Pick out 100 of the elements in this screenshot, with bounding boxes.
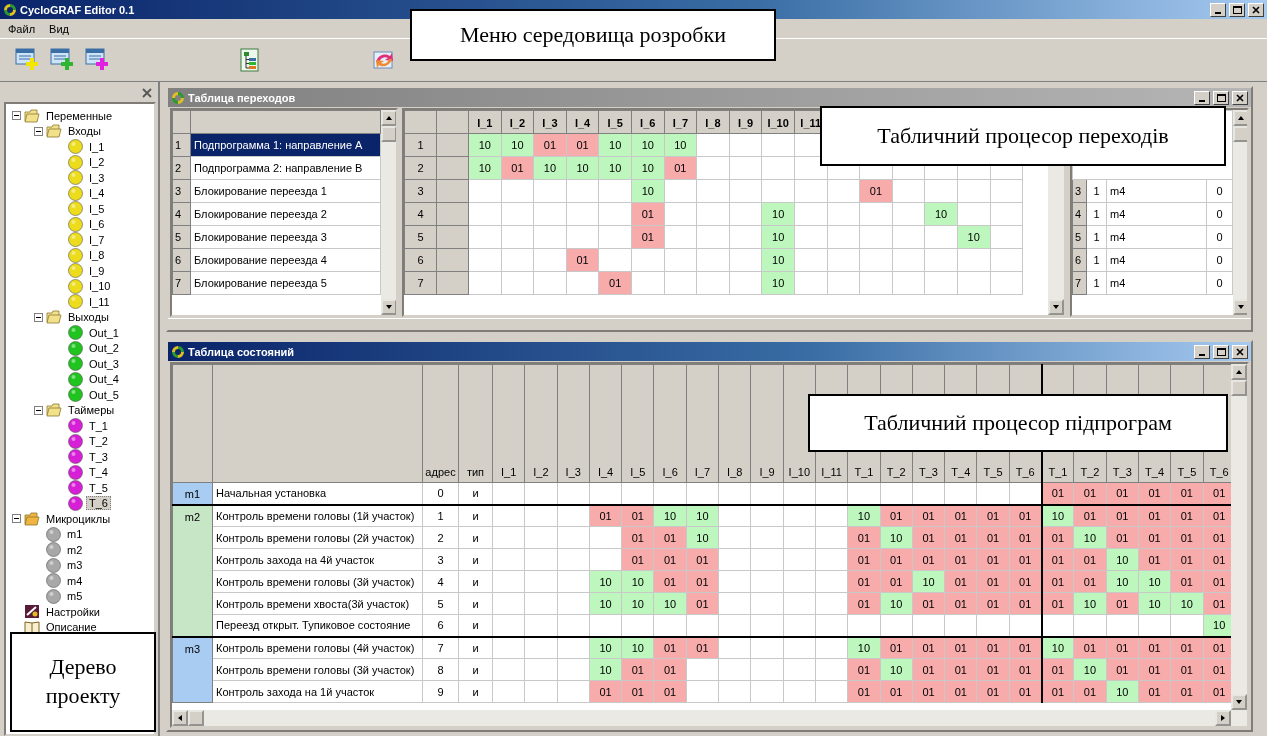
table-cell[interactable]: Подпрограмма 1: направление А	[190, 133, 381, 157]
annotation-tooltip: Дерево проекту	[10, 632, 156, 732]
table-cell: 01	[1041, 592, 1074, 615]
tree-item[interactable]: Переменные	[43, 108, 116, 123]
table-cell: 01	[1041, 482, 1074, 505]
maximize-button[interactable]	[1213, 344, 1229, 359]
column-header: I_5	[621, 364, 654, 483]
tree-item[interactable]: m1	[64, 527, 86, 542]
tree-item[interactable]: I_3	[86, 170, 108, 185]
tree-item[interactable]: I_5	[86, 201, 108, 216]
table-cell[interactable]: Блокирование переезда 1	[190, 179, 381, 203]
maximize-button[interactable]	[1229, 2, 1245, 17]
tree-item[interactable]: T_5	[86, 480, 111, 495]
scroll-down-button[interactable]	[1048, 299, 1064, 315]
tree-item[interactable]: m2	[64, 542, 86, 557]
tree-item[interactable]: T_3	[86, 449, 111, 464]
tree-item[interactable]: Микроциклы	[43, 511, 114, 526]
tree-item[interactable]: Out_1	[86, 325, 122, 340]
tree-item[interactable]: I_6	[86, 217, 108, 232]
row-header: 4	[172, 202, 191, 226]
collapse-icon[interactable]	[34, 405, 43, 415]
row-header: 7	[172, 271, 191, 295]
table-cell[interactable]: Блокирование переезда 3	[190, 225, 381, 249]
collapse-icon[interactable]	[34, 312, 43, 322]
tree-item[interactable]: I_2	[86, 155, 108, 170]
tree-item[interactable]: T_4	[86, 465, 111, 480]
scrollbar[interactable]	[1231, 364, 1247, 710]
column-header: I_3	[557, 364, 590, 483]
minimize-button[interactable]	[1210, 2, 1226, 17]
tree-item[interactable]: I_8	[86, 248, 108, 263]
minimize-icon	[1215, 11, 1221, 14]
scrollbar[interactable]	[381, 110, 396, 315]
row-header: 4	[1072, 202, 1087, 226]
scroll-right-button[interactable]	[1215, 710, 1231, 726]
app-title: CycloGRAF Editor 0.1	[20, 3, 136, 16]
table-cell: 01	[1073, 636, 1107, 659]
minimize-button[interactable]	[1194, 344, 1210, 359]
column-header: I_7	[664, 110, 697, 134]
scroll-up-button[interactable]	[381, 110, 396, 126]
close-icon[interactable]	[142, 88, 152, 98]
table-cell[interactable]: Блокирование переезда 5	[190, 271, 381, 295]
scroll-up-button[interactable]	[1231, 364, 1247, 380]
tree-item[interactable]: Входы	[65, 124, 104, 139]
window-title: Таблица переходов	[188, 91, 297, 104]
triangle-down-icon	[1235, 698, 1243, 706]
menu-item[interactable]: Вид	[43, 21, 75, 36]
scroll-thumb[interactable]	[381, 126, 396, 142]
close-button[interactable]	[1232, 90, 1248, 105]
scroll-down-button[interactable]	[1231, 694, 1247, 710]
tree-item[interactable]: I_7	[86, 232, 108, 247]
collapse-icon[interactable]	[34, 126, 43, 136]
menu-item[interactable]: Файл	[2, 21, 42, 36]
scroll-left-button[interactable]	[172, 710, 188, 726]
group-cell: m1	[172, 482, 213, 505]
tree-item[interactable]: m5	[64, 589, 86, 604]
minimize-button[interactable]	[1194, 90, 1210, 105]
tree-item[interactable]: Out_4	[86, 372, 122, 387]
tree-item[interactable]: I_10	[86, 279, 114, 294]
scrollbar[interactable]	[1233, 110, 1247, 315]
table-cell[interactable]: Подпрограмма 2: направление В	[190, 156, 381, 180]
close-button[interactable]	[1248, 2, 1264, 17]
collapse-icon[interactable]	[12, 514, 21, 524]
tree-item[interactable]: T_2	[86, 434, 111, 449]
maximize-button[interactable]	[1213, 90, 1229, 105]
scrollbar[interactable]	[172, 710, 1247, 726]
tree-item[interactable]: Описание	[43, 620, 100, 635]
close-button[interactable]	[1232, 344, 1248, 359]
tree-item[interactable]: Выходы	[65, 310, 112, 325]
tree-item[interactable]: Out_5	[86, 387, 122, 402]
tree-item[interactable]: m3	[64, 558, 86, 573]
table-cell: 01	[1138, 636, 1171, 659]
table-cell: 01	[1106, 636, 1139, 659]
tree-item[interactable]: Out_3	[86, 356, 122, 371]
tree-item[interactable]: I_4	[86, 186, 108, 201]
tree-item[interactable]: T_6	[86, 496, 111, 511]
tree-item[interactable]: I_1	[86, 139, 108, 154]
tree-item[interactable]: T_1	[86, 418, 111, 433]
scroll-thumb[interactable]	[188, 710, 204, 726]
tree-item[interactable]: I_9	[86, 263, 108, 278]
table-cell[interactable]: Блокирование переезда 2	[190, 202, 381, 226]
scroll-down-button[interactable]	[1233, 299, 1247, 315]
table-cell: Контроль времени головы (3й участок)	[212, 570, 423, 593]
scroll-thumb[interactable]	[1233, 126, 1247, 142]
minimize-icon	[1199, 99, 1205, 102]
scroll-down-button[interactable]	[381, 299, 396, 315]
tree-item[interactable]: m4	[64, 573, 86, 588]
group-cell: m2	[172, 504, 213, 637]
table-cell: 01	[1041, 526, 1074, 549]
collapse-icon[interactable]	[12, 111, 21, 121]
tree-item[interactable]: I_11	[86, 294, 113, 309]
tree-item[interactable]: Настройки	[43, 604, 103, 619]
tree-item[interactable]: Out_2	[86, 341, 122, 356]
tree-item[interactable]: Таймеры	[65, 403, 118, 418]
table-cell: 10	[621, 636, 654, 659]
table-cell: 10	[654, 504, 687, 527]
table-cell[interactable]: Блокирование переезда 4	[190, 248, 381, 272]
table-cell: 01	[1009, 636, 1042, 659]
table-cell: 01	[1041, 680, 1074, 703]
scroll-up-button[interactable]	[1233, 110, 1247, 126]
scroll-thumb[interactable]	[1231, 380, 1247, 396]
